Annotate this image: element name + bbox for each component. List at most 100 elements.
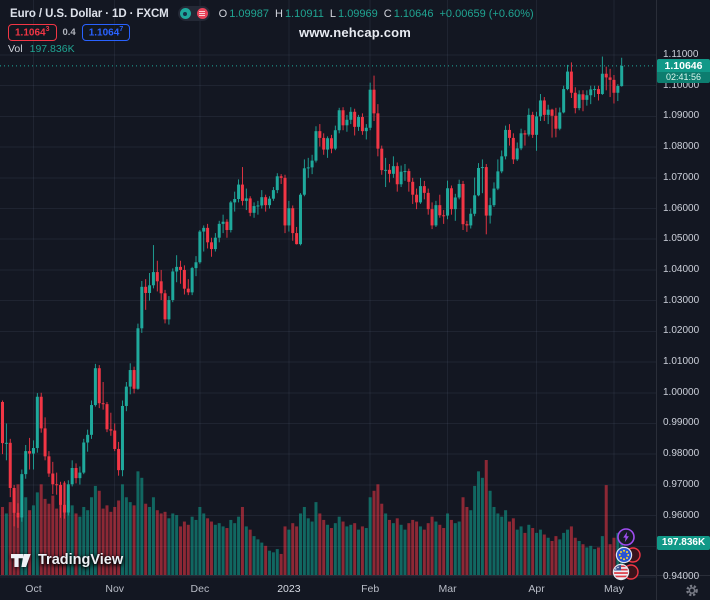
candle-body xyxy=(179,266,183,270)
price-tick-label: 0.96000 xyxy=(663,509,700,521)
volume-bar xyxy=(364,528,368,575)
us-flag-icon[interactable] xyxy=(611,563,641,581)
symbol-title[interactable]: Euro / U.S. Dollar · 1D · FXCM xyxy=(10,8,169,20)
event-marker-stack xyxy=(606,525,650,587)
price-tick-label: 1.08000 xyxy=(663,141,700,153)
ask-button[interactable]: 1.10647 xyxy=(81,24,131,42)
volume-bar xyxy=(407,523,411,575)
volume-bar xyxy=(225,528,229,575)
candle-body xyxy=(326,138,330,150)
volume-bar xyxy=(175,515,179,575)
volume-bar xyxy=(4,513,8,575)
candle-body xyxy=(1,401,4,444)
volume-bar xyxy=(260,542,264,575)
volume-bar xyxy=(480,477,484,575)
candle-body xyxy=(457,183,461,198)
candle-body xyxy=(477,167,481,196)
candle-body xyxy=(55,484,59,486)
lightning-event-icon[interactable] xyxy=(616,527,636,547)
volume-bar xyxy=(558,539,562,575)
tradingview-logo[interactable]: TradingView xyxy=(10,552,123,568)
candle-body xyxy=(395,166,399,185)
volume-bar xyxy=(244,526,248,575)
volume-bar xyxy=(357,529,361,575)
candle-body xyxy=(283,177,287,226)
price-chart[interactable] xyxy=(0,0,710,600)
candle-body xyxy=(446,188,450,216)
candle-body xyxy=(620,65,624,87)
candle-body xyxy=(39,396,43,429)
volume-bar xyxy=(577,540,581,575)
volume-bar xyxy=(403,529,407,575)
candle-body xyxy=(589,89,593,96)
candle-body xyxy=(66,484,70,513)
candle-body xyxy=(380,148,384,171)
candle-body xyxy=(345,119,349,126)
volume-bar xyxy=(531,528,535,575)
candle-body xyxy=(140,286,144,329)
eu-flag-icon[interactable] xyxy=(614,546,644,564)
candle-body xyxy=(434,205,438,226)
candle-body xyxy=(531,114,535,135)
volume-bar xyxy=(163,511,167,575)
candle-body xyxy=(360,117,364,132)
candle-body xyxy=(78,472,82,479)
candle-body xyxy=(128,370,132,387)
candle-body xyxy=(264,197,268,206)
candle-body xyxy=(225,221,229,231)
volume-bar xyxy=(229,519,233,575)
candle-body xyxy=(577,94,581,109)
candle-body xyxy=(562,89,566,113)
candle-body xyxy=(47,456,51,474)
candle-body xyxy=(496,171,500,189)
volume-bar xyxy=(411,519,415,575)
volume-bar xyxy=(194,519,198,575)
volume-bar xyxy=(337,516,341,575)
volume-bar xyxy=(140,477,144,575)
volume-bar xyxy=(144,503,148,575)
volume-bar xyxy=(217,523,221,575)
candle-body xyxy=(144,286,148,293)
time-axis[interactable]: Oct Nov Dec 2023 Feb Mar Apr May xyxy=(0,576,710,600)
candle-body xyxy=(492,188,496,206)
candle-body xyxy=(51,473,55,485)
volume-bar xyxy=(415,521,419,575)
volume-bar xyxy=(504,510,508,575)
volume-bar xyxy=(287,529,291,575)
trading-chart-window: Euro / U.S. Dollar · 1D · FXCM O 1.09987 … xyxy=(0,0,710,600)
change-value: +0.00659 (+0.60%) xyxy=(439,7,534,20)
candle-body xyxy=(569,71,573,93)
price-tick-label: 0.97000 xyxy=(663,478,700,490)
candle-body xyxy=(538,100,542,117)
candle-body xyxy=(604,73,608,78)
candle-body xyxy=(59,484,63,505)
price-tick-label: 1.01000 xyxy=(663,356,700,368)
volume-bar xyxy=(492,506,496,575)
bid-button[interactable]: 1.10643 xyxy=(8,24,57,42)
volume-bar xyxy=(515,529,519,575)
candle-body xyxy=(213,237,217,250)
volume-bar xyxy=(457,521,461,575)
candle-body xyxy=(202,227,206,232)
candle-body xyxy=(608,77,612,80)
candle-body xyxy=(376,113,380,149)
candle-body xyxy=(461,183,465,225)
volume-bar xyxy=(306,518,310,575)
candle-body xyxy=(16,512,20,518)
candle-body xyxy=(388,169,391,174)
gear-icon[interactable] xyxy=(684,583,700,598)
volume-label: Vol xyxy=(8,43,23,55)
candle-body xyxy=(306,167,310,169)
toggle-list-icon xyxy=(196,8,208,19)
candle-body xyxy=(148,285,152,293)
volume-bar xyxy=(271,552,275,575)
volume-bar xyxy=(124,497,128,575)
price-tick-label: 1.04000 xyxy=(663,263,700,275)
candle-body xyxy=(206,227,210,243)
candle-body xyxy=(117,448,121,471)
candle-body xyxy=(31,448,35,454)
source-toggle[interactable] xyxy=(177,6,210,21)
price-axis[interactable]: 1.11000 1.10000 1.09000 1.08000 1.07000 1.060… xyxy=(657,0,710,582)
candle-body xyxy=(504,129,508,157)
volume-bar xyxy=(449,519,453,575)
